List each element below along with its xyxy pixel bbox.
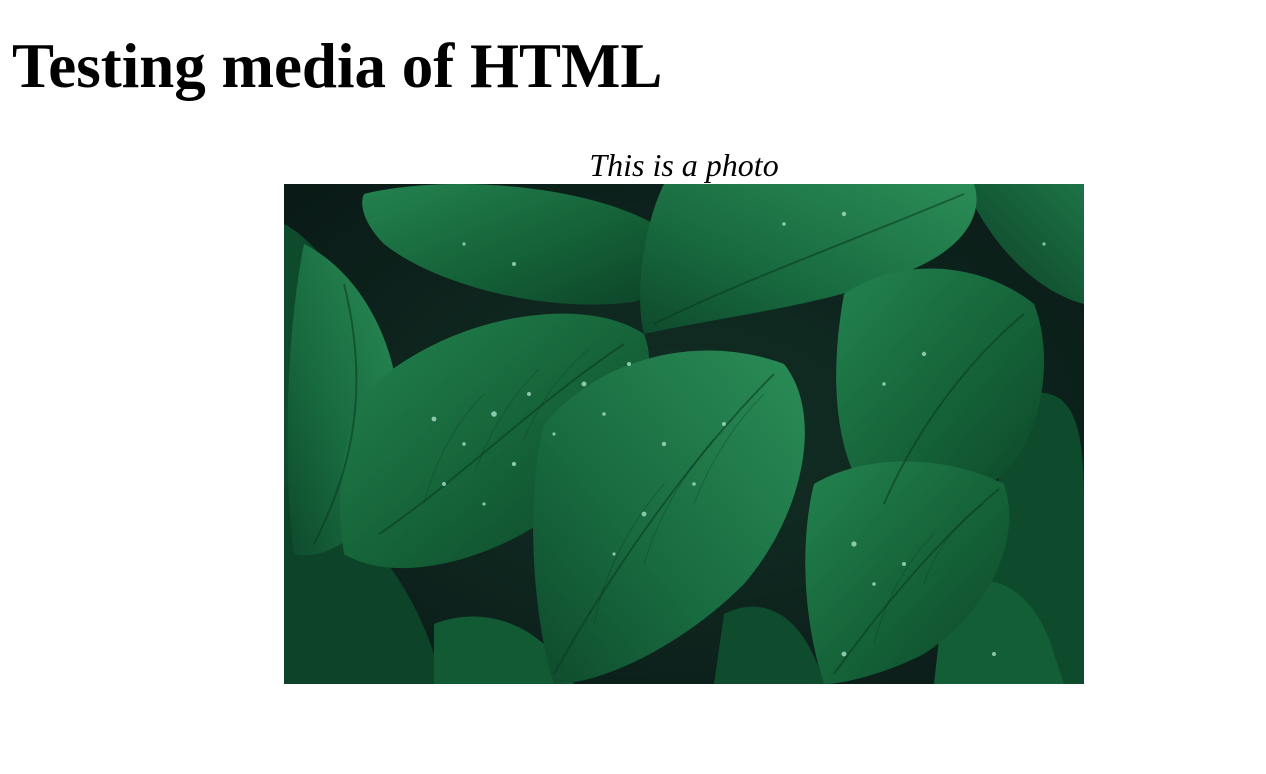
photo-figure: This is a photo bbox=[284, 146, 1084, 684]
page-title: Testing media of HTML bbox=[12, 31, 663, 101]
leaves-photo bbox=[284, 184, 1084, 684]
photo-caption: This is a photo bbox=[589, 147, 779, 183]
